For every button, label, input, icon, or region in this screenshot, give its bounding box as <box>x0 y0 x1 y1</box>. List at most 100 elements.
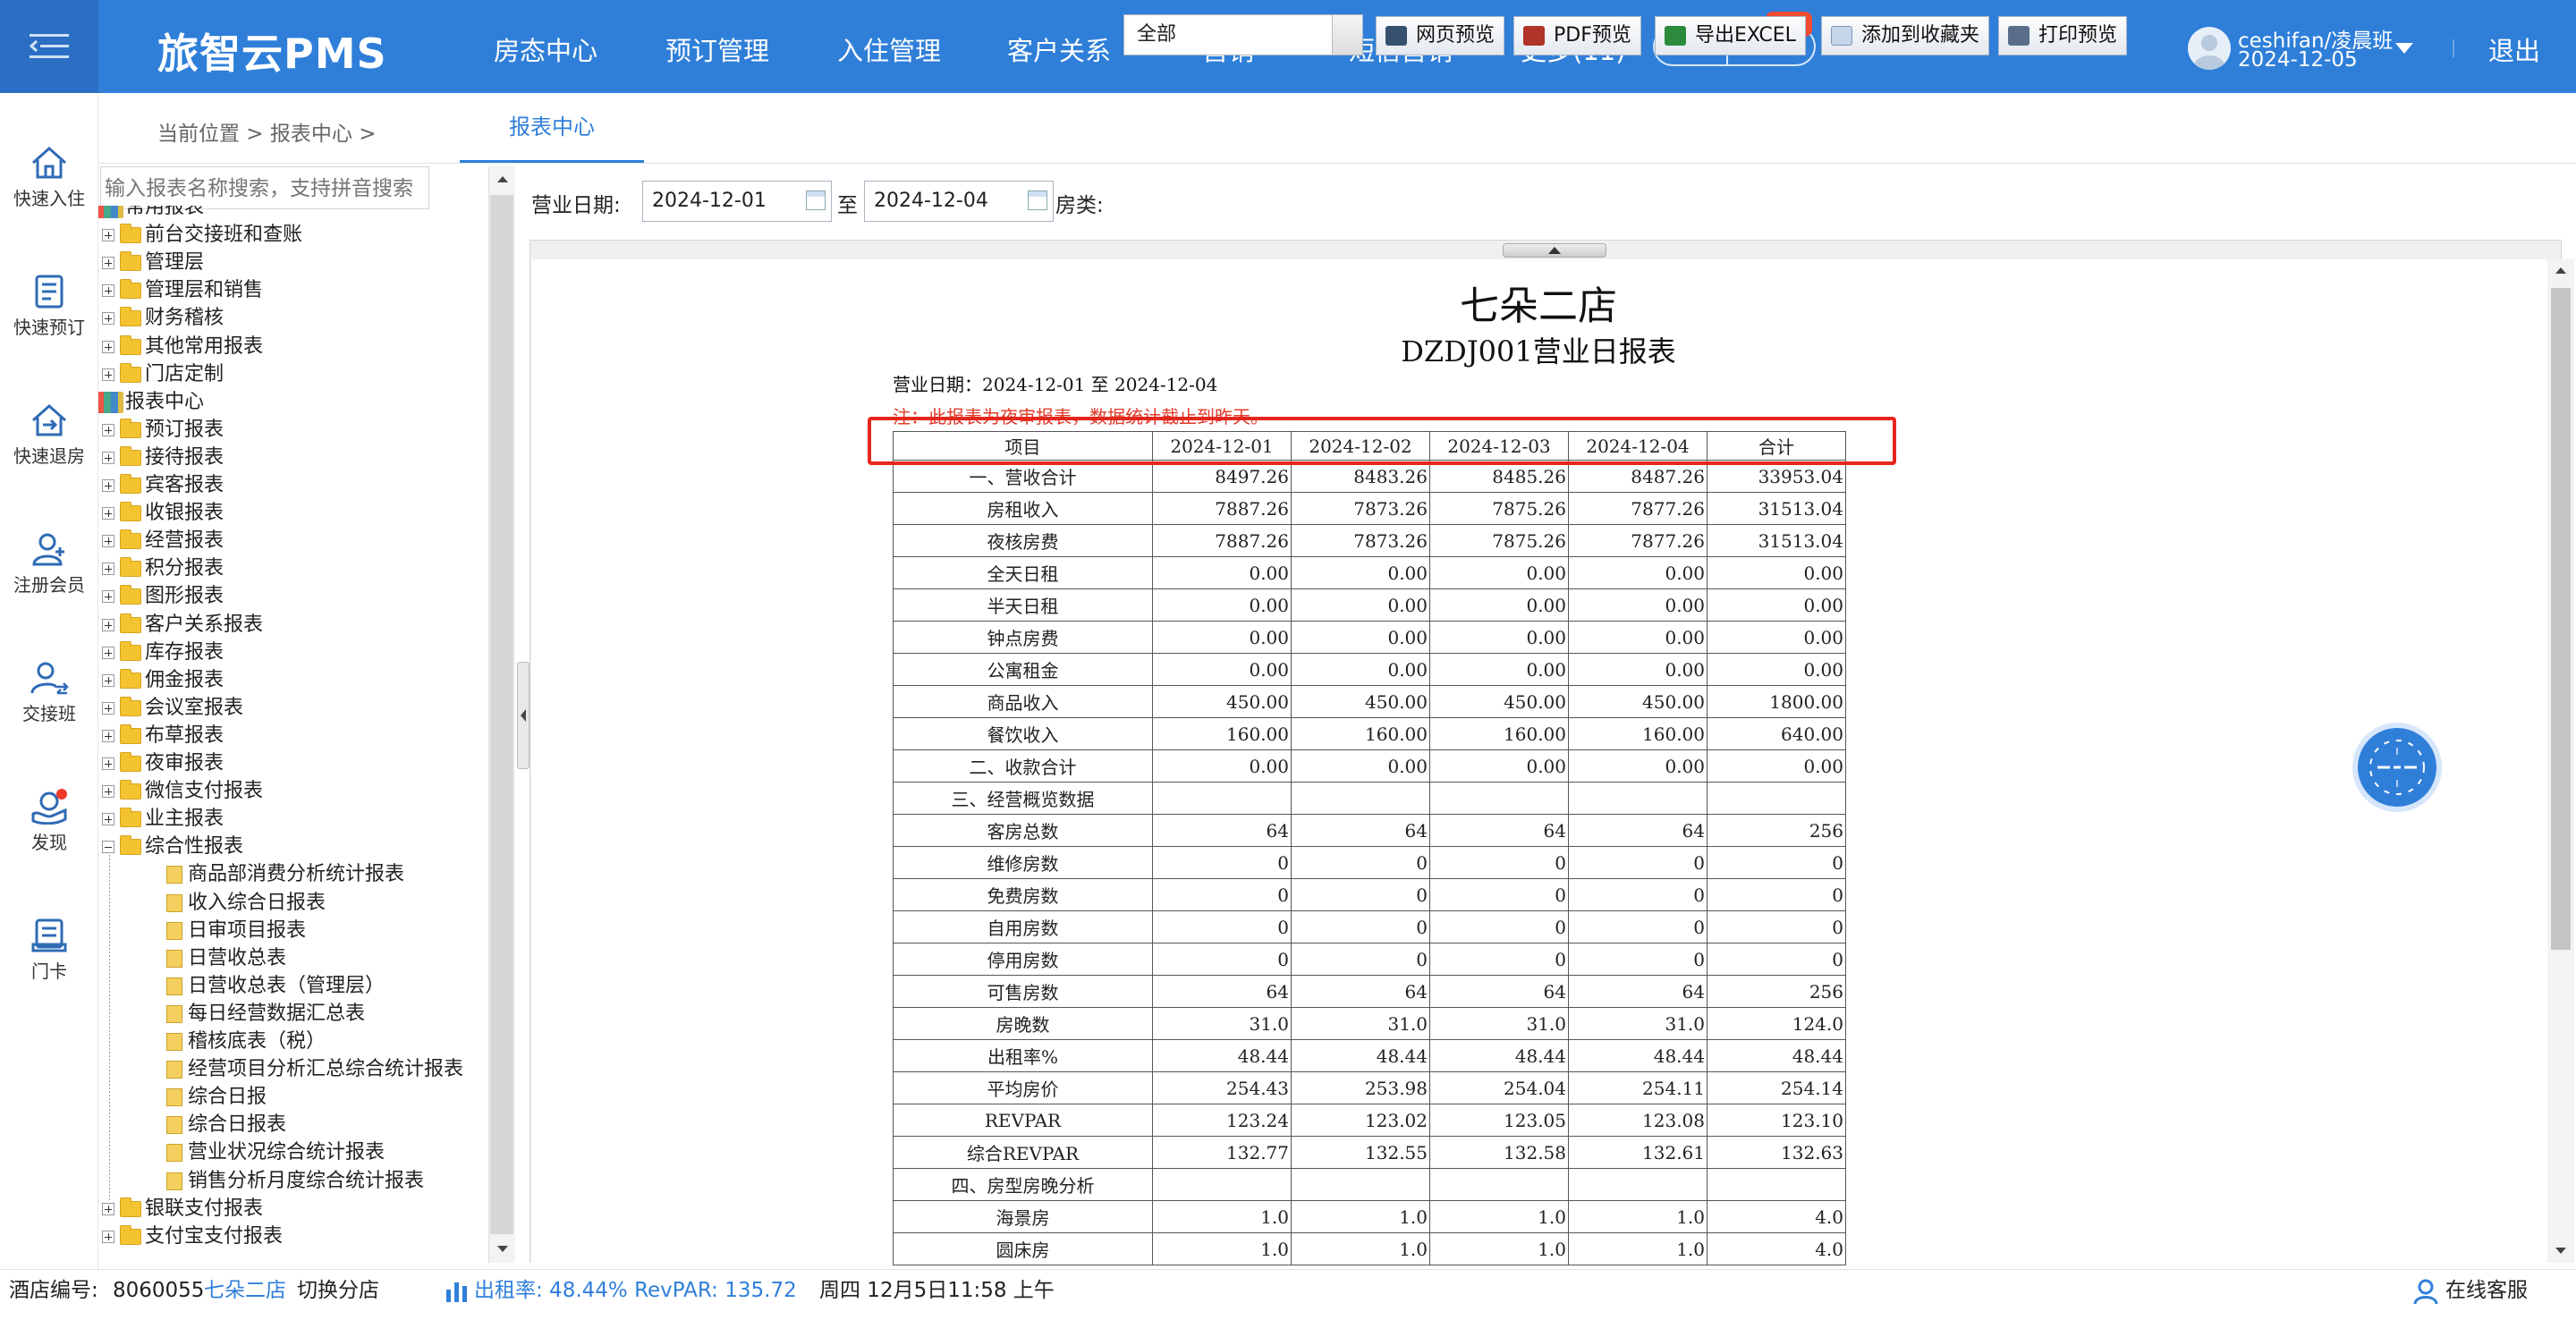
sidebar-item-quick-checkin[interactable]: 快速入住 <box>0 145 98 210</box>
expand-icon[interactable] <box>102 423 114 436</box>
sidebar-item-quick-checkout[interactable]: 快速退房 <box>0 402 98 468</box>
tree-folder[interactable]: 其他常用报表 <box>102 333 263 360</box>
collapse-toolbar-button[interactable] <box>1503 243 1606 258</box>
menu-toggle-button[interactable] <box>0 0 98 93</box>
tree-folder[interactable]: 积分报表 <box>102 554 224 582</box>
print-preview-button[interactable]: 打印预览 <box>1998 16 2128 55</box>
tree-folder[interactable]: 经营报表 <box>102 527 224 554</box>
sidebar-item-discover[interactable]: 发现 <box>0 789 98 854</box>
panel-splitter[interactable] <box>517 662 530 769</box>
tree-report-item[interactable]: 稽核底表（税） <box>166 1028 326 1055</box>
tree-folder[interactable]: 财务稽核 <box>102 304 224 332</box>
expand-icon[interactable] <box>102 813 114 826</box>
expand-icon[interactable] <box>102 701 114 715</box>
expand-icon[interactable] <box>102 757 114 770</box>
sidebar-item-register-member[interactable]: 注册会员 <box>0 531 98 597</box>
report-search-input[interactable] <box>100 166 429 209</box>
tree-folder[interactable]: 宾客报表 <box>102 471 224 499</box>
date-to-input[interactable]: 2024-12-04 <box>864 181 1054 222</box>
expand-icon[interactable] <box>102 535 114 548</box>
tree-report-item[interactable]: 收入综合日报表 <box>166 889 326 917</box>
tree-report-item[interactable]: 日审项目报表 <box>166 917 306 944</box>
sidebar-item-room-card[interactable]: 门卡 <box>0 918 98 983</box>
tree-folder[interactable]: 管理层和销售 <box>102 276 263 304</box>
scroll-down-icon[interactable] <box>2547 1240 2574 1263</box>
tree-report-item[interactable]: 营业状况综合统计报表 <box>166 1138 385 1166</box>
tree-root-common[interactable]: 常用报表 <box>98 206 204 221</box>
expand-icon[interactable] <box>102 729 114 742</box>
scroll-up-icon[interactable] <box>2547 259 2574 283</box>
avatar[interactable] <box>2188 27 2231 70</box>
tree-report-item[interactable]: 日营收总表 <box>166 944 286 972</box>
expand-icon[interactable] <box>102 284 114 298</box>
expand-icon[interactable] <box>102 618 114 631</box>
expand-icon[interactable] <box>102 1230 114 1243</box>
expand-icon[interactable] <box>102 673 114 687</box>
tree-scroll-thumb[interactable] <box>490 195 513 1234</box>
expand-icon[interactable] <box>102 1202 114 1215</box>
tree-folder[interactable]: 接待报表 <box>102 444 224 471</box>
switch-branch-link[interactable]: 切换分店 <box>297 1270 379 1311</box>
tree-folder[interactable]: 夜审报表 <box>102 749 224 777</box>
hotel-name-link[interactable]: 七朵二店 <box>204 1270 286 1311</box>
tree-folder[interactable]: 布草报表 <box>102 722 224 749</box>
expand-icon[interactable] <box>102 507 114 520</box>
tab-report-center[interactable]: 报表中心 <box>460 100 644 163</box>
add-favorite-button[interactable]: 添加到收藏夹 <box>1821 16 1990 55</box>
pdf-preview-button[interactable]: PDF预览 <box>1513 16 1641 55</box>
expand-icon[interactable] <box>102 563 114 576</box>
export-excel-button[interactable]: 导出EXCEL <box>1655 16 1806 55</box>
tree-folder[interactable]: 管理层 <box>102 249 204 276</box>
tree-report-item[interactable]: 综合日报 <box>166 1083 267 1111</box>
floating-assist-button[interactable] <box>2358 728 2436 807</box>
expand-icon[interactable] <box>102 340 114 353</box>
sidebar-item-handover[interactable]: 交接班 <box>0 660 98 725</box>
tree-report-item[interactable]: 每日经营数据汇总表 <box>166 1000 365 1028</box>
report-scroll-thumb[interactable] <box>2551 288 2571 950</box>
tree-folder[interactable]: 银联支付报表 <box>102 1195 263 1223</box>
expand-icon[interactable] <box>102 257 114 270</box>
expand-icon[interactable] <box>102 479 114 492</box>
tree-folder[interactable]: 图形报表 <box>102 582 224 610</box>
calendar-icon[interactable] <box>1028 190 1047 210</box>
tree-folder-expanded[interactable]: 综合性报表 <box>102 833 243 860</box>
tree-folder[interactable]: 会议室报表 <box>102 694 243 722</box>
tree-folder[interactable]: 支付宝支付报表 <box>102 1223 283 1250</box>
expand-icon[interactable] <box>102 312 114 326</box>
expand-icon[interactable] <box>102 785 114 799</box>
nav-room-status[interactable]: 房态中心 <box>494 30 597 68</box>
expand-icon[interactable] <box>102 368 114 381</box>
web-preview-button[interactable]: 网页预览 <box>1376 16 1505 55</box>
scroll-up-icon[interactable] <box>489 168 516 191</box>
tree-folder[interactable]: 库存报表 <box>102 639 224 666</box>
tree-folder[interactable]: 业主报表 <box>102 805 224 833</box>
collapse-icon[interactable] <box>102 841 114 854</box>
nav-checkin[interactable]: 入住管理 <box>837 30 941 68</box>
date-from-input[interactable]: 2024-12-01 <box>642 181 832 222</box>
tree-folder[interactable]: 微信支付报表 <box>102 777 263 805</box>
tree-folder[interactable]: 收银报表 <box>102 499 224 527</box>
expand-icon[interactable] <box>102 646 114 659</box>
nav-crm[interactable]: 客户关系 <box>1007 30 1111 68</box>
tree-report-item[interactable]: 经营项目分析汇总综合统计报表 <box>166 1055 463 1083</box>
tree-folder[interactable]: 佣金报表 <box>102 666 224 694</box>
chevron-down-icon[interactable] <box>2395 43 2413 54</box>
sidebar-item-quick-booking[interactable]: 快速预订 <box>0 274 98 339</box>
tree-root-report-center[interactable]: 报表中心 <box>98 388 204 416</box>
tree-report-item[interactable]: 商品部消费分析统计报表 <box>166 860 404 888</box>
scroll-down-icon[interactable] <box>489 1238 516 1261</box>
expand-icon[interactable] <box>102 451 114 464</box>
expand-icon[interactable] <box>102 590 114 604</box>
room-type-select[interactable]: 全部 <box>1123 14 1363 55</box>
tree-folder[interactable]: 客户关系报表 <box>102 611 263 639</box>
online-service-link[interactable]: 在线客服 <box>2445 1270 2528 1311</box>
tree-folder[interactable]: 前台交接班和查账 <box>102 221 302 249</box>
tree-folder[interactable]: 门店定制 <box>102 360 224 388</box>
logout-button[interactable]: 退出 <box>2488 30 2540 68</box>
tree-report-item[interactable]: 综合日报表 <box>166 1111 286 1138</box>
expand-icon[interactable] <box>102 229 114 242</box>
tree-report-item[interactable]: 日营收总表（管理层） <box>166 972 385 1000</box>
tree-report-item[interactable]: 销售分析月度综合统计报表 <box>166 1167 424 1195</box>
calendar-icon[interactable] <box>806 190 826 210</box>
nav-booking[interactable]: 预订管理 <box>665 30 769 68</box>
